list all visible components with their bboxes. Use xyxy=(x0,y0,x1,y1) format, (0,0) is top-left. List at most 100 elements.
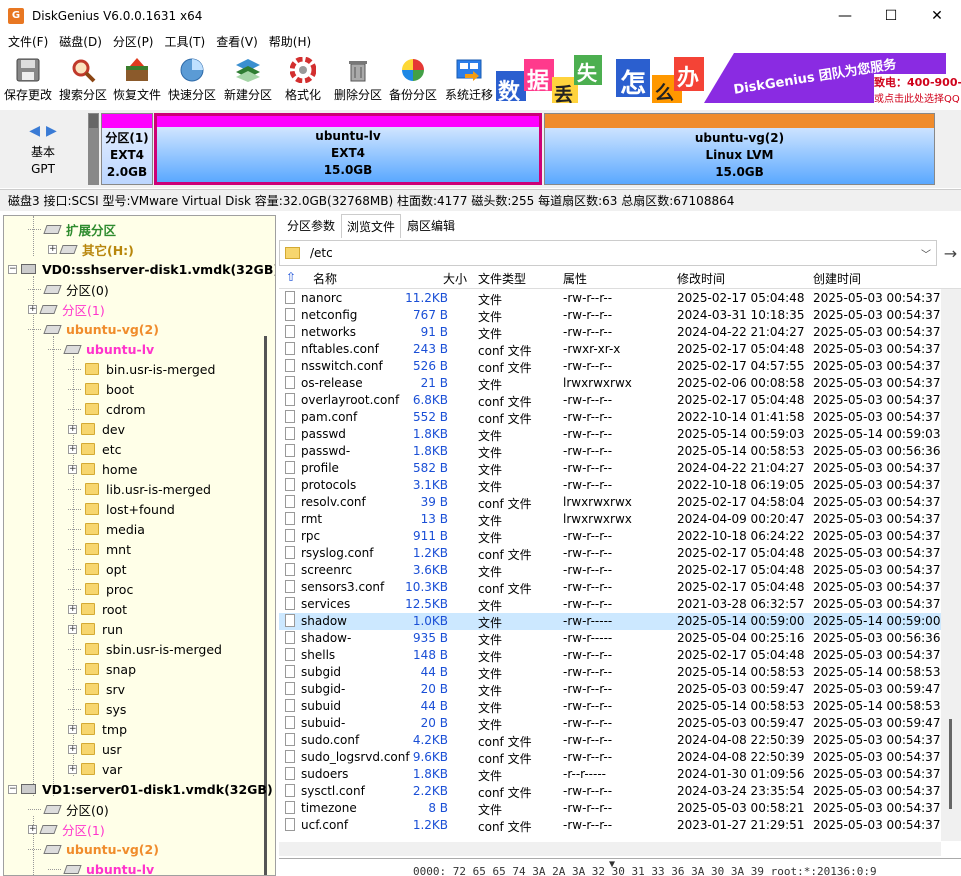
backup-partition-button[interactable]: 备份分区 xyxy=(386,53,440,103)
file-row[interactable]: nanorc 11.2KB 文件 -rw-r--r-- 2025-02-17 05:04… xyxy=(279,290,941,307)
expand-toggle-icon[interactable]: + xyxy=(68,604,77,614)
expand-toggle-icon[interactable]: + xyxy=(28,304,37,314)
file-row[interactable]: shadow- 935 B 文件 -rw-r----- 2025-05-04 00:25… xyxy=(279,630,941,647)
expand-toggle-icon[interactable]: + xyxy=(68,624,77,634)
file-row[interactable]: netconfig 767 B 文件 -rw-r--r-- 2024-03-31 10:… xyxy=(279,307,941,324)
expand-toggle-icon[interactable]: + xyxy=(68,744,77,754)
file-row[interactable]: subuid 44 B 文件 -rw-r--r-- 2025-05-14 00:58:5… xyxy=(279,698,941,715)
tree-item[interactable]: lost+found xyxy=(68,499,175,519)
close-button[interactable]: ✕ xyxy=(914,0,960,31)
tree-item[interactable]: ubuntu-lv xyxy=(48,339,154,359)
file-list-scrollbar[interactable] xyxy=(941,289,961,841)
disk-tree[interactable]: 扩展分区 + 其它(H:) − VD0:sshserver-disk1.vmdk(32G… xyxy=(3,215,276,876)
file-row[interactable]: protocols 3.1KB 文件 -rw-r--r-- 2022-10-18 06:… xyxy=(279,477,941,494)
tree-item[interactable]: proc xyxy=(68,579,133,599)
tree-item[interactable]: snap xyxy=(68,659,136,679)
tree-item[interactable]: sys xyxy=(68,699,126,719)
col-modified[interactable]: 修改时间 xyxy=(677,270,725,287)
file-row[interactable]: resolv.conf 39 B conf 文件 lrwxrwxrwx 2025-02-… xyxy=(279,494,941,511)
save-button[interactable]: 保存更改 xyxy=(1,53,55,103)
file-row[interactable]: nftables.conf 243 B conf 文件 -rwxr-xr-x 2025-… xyxy=(279,341,941,358)
tree-item[interactable]: 扩展分区 xyxy=(28,219,116,239)
minimize-button[interactable]: — xyxy=(822,0,868,31)
tree-item[interactable]: lib.usr-is-merged xyxy=(68,479,211,499)
tree-item[interactable]: cdrom xyxy=(68,399,146,419)
col-name[interactable]: 名称 xyxy=(313,270,337,287)
tree-item[interactable]: srv xyxy=(68,679,125,699)
tree-item[interactable]: + home xyxy=(68,459,137,479)
format-button[interactable]: 格式化 xyxy=(276,53,330,103)
tab-browse-files[interactable]: 浏览文件 xyxy=(341,214,402,238)
tree-item[interactable]: ubuntu-lv xyxy=(48,859,154,875)
menu-help[interactable]: 帮助(H) xyxy=(265,33,315,50)
file-row[interactable]: rmt 13 B 文件 lrwxrwxrwx 2024-04-09 00:20:47 20… xyxy=(279,511,941,528)
col-created[interactable]: 创建时间 xyxy=(813,270,861,287)
chevron-down-icon[interactable]: ﹀ xyxy=(921,246,931,261)
expand-toggle-icon[interactable]: + xyxy=(68,764,77,774)
tree-item[interactable]: + 分区(1) xyxy=(28,819,105,839)
expand-toggle-icon[interactable]: + xyxy=(28,824,37,834)
file-row[interactable]: rpc 911 B 文件 -rw-r--r-- 2022-10-18 06:24:22 2… xyxy=(279,528,941,545)
file-row[interactable]: networks 91 B 文件 -rw-r--r-- 2024-04-22 21:04… xyxy=(279,324,941,341)
file-row[interactable]: passwd 1.8KB 文件 -rw-r--r-- 2025-05-14 00:59:… xyxy=(279,426,941,443)
system-migration-button[interactable]: 系统迁移 xyxy=(442,53,496,103)
tree-item[interactable]: sbin.usr-is-merged xyxy=(68,639,222,659)
file-list[interactable]: ⇧ 名称 大小 文件类型 属性 修改时间 创建时间 nanorc 11.2KB 文件… xyxy=(279,267,961,841)
partition-block-unused[interactable] xyxy=(88,113,99,185)
delete-partition-button[interactable]: 删除分区 xyxy=(331,53,385,103)
file-row[interactable]: subgid- 20 B 文件 -rw-r--r-- 2025-05-03 00:59:… xyxy=(279,681,941,698)
hscroll-bar[interactable] xyxy=(279,842,941,856)
tree-item[interactable]: + 分区(1) xyxy=(28,299,105,319)
prev-disk-icon[interactable]: ◀ xyxy=(29,123,40,139)
tree-item[interactable]: opt xyxy=(68,559,126,579)
file-row[interactable]: sudo_logsrvd.conf 9.6KB conf 文件 -rw-r--r-- 2… xyxy=(279,749,941,766)
menu-file[interactable]: 文件(F) xyxy=(4,33,52,50)
menu-tools[interactable]: 工具(T) xyxy=(161,33,210,50)
new-partition-button[interactable]: 新建分区 xyxy=(221,53,275,103)
file-row[interactable]: rsyslog.conf 1.2KB conf 文件 -rw-r--r-- 2025-0… xyxy=(279,545,941,562)
tree-item[interactable]: bin.usr-is-merged xyxy=(68,359,215,379)
file-row[interactable]: overlayroot.conf 6.8KB conf 文件 -rw-r--r-- 20… xyxy=(279,392,941,409)
file-row[interactable]: pam.conf 552 B conf 文件 -rw-r--r-- 2022-10-14… xyxy=(279,409,941,426)
maximize-button[interactable]: ☐ xyxy=(868,0,914,31)
tree-item[interactable]: − VD1:server01-disk1.vmdk(32GB) xyxy=(8,779,273,799)
file-row[interactable]: subuid- 20 B 文件 -rw-r--r-- 2025-05-03 00:59:… xyxy=(279,715,941,732)
tree-item[interactable]: media xyxy=(68,519,145,539)
path-bar[interactable]: /etc ﹀ xyxy=(279,240,937,266)
tree-item[interactable]: + run xyxy=(68,619,123,639)
expand-toggle-icon[interactable]: − xyxy=(8,264,17,274)
tab-partition-params[interactable]: 分区参数 xyxy=(281,213,341,238)
tree-item[interactable]: − VD0:sshserver-disk1.vmdk(32GB) xyxy=(8,259,275,279)
tree-item[interactable]: boot xyxy=(68,379,134,399)
file-row[interactable]: sudoers 1.8KB 文件 -r--r----- 2024-01-30 01:09… xyxy=(279,766,941,783)
expand-toggle-icon[interactable]: + xyxy=(68,464,77,474)
go-arrow-icon[interactable]: → xyxy=(940,240,961,266)
tree-item[interactable]: + root xyxy=(68,599,127,619)
partition-block-1[interactable]: 分区(1) EXT4 2.0GB xyxy=(101,113,153,185)
menu-view[interactable]: 查看(V) xyxy=(212,33,262,50)
expand-toggle-icon[interactable]: + xyxy=(48,244,57,254)
file-row[interactable]: sysctl.conf 2.2KB conf 文件 -rw-r--r-- 2024-03… xyxy=(279,783,941,800)
file-row[interactable]: os-release 21 B 文件 lrwxrwxrwx 2025-02-06 00:… xyxy=(279,375,941,392)
expand-toggle-icon[interactable]: + xyxy=(68,444,77,454)
tree-item[interactable]: + etc xyxy=(68,439,121,459)
tree-item[interactable]: ubuntu-vg(2) xyxy=(28,839,159,859)
file-row[interactable]: sudo.conf 4.2KB conf 文件 -rw-r--r-- 2024-04-0… xyxy=(279,732,941,749)
menu-partition[interactable]: 分区(P) xyxy=(109,33,158,50)
menu-disk[interactable]: 磁盘(D) xyxy=(55,33,106,50)
tree-item[interactable]: 分区(0) xyxy=(28,799,109,819)
next-disk-icon[interactable]: ▶ xyxy=(46,123,57,139)
search-partition-button[interactable]: 搜索分区 xyxy=(56,53,110,103)
file-row[interactable]: services 12.5KB 文件 -rw-r--r-- 2021-03-28 06:… xyxy=(279,596,941,613)
file-row[interactable]: sensors3.conf 10.3KB conf 文件 -rw-r--r-- 2025… xyxy=(279,579,941,596)
col-type[interactable]: 文件类型 xyxy=(478,270,526,287)
file-row[interactable]: screenrc 3.6KB 文件 -rw-r--r-- 2025-02-17 05:0… xyxy=(279,562,941,579)
quick-partition-button[interactable]: 快速分区 xyxy=(165,53,219,103)
partition-block-ubuntu-vg[interactable]: ubuntu-vg(2) Linux LVM 15.0GB xyxy=(544,113,935,185)
tab-sector-editor[interactable]: 扇区编辑 xyxy=(401,213,461,238)
tree-item[interactable]: + var xyxy=(68,759,122,779)
col-attr[interactable]: 属性 xyxy=(563,270,587,287)
sort-up-icon[interactable]: ⇧ xyxy=(286,270,296,284)
path-input[interactable]: /etc xyxy=(310,246,333,260)
tree-item[interactable]: + dev xyxy=(68,419,125,439)
